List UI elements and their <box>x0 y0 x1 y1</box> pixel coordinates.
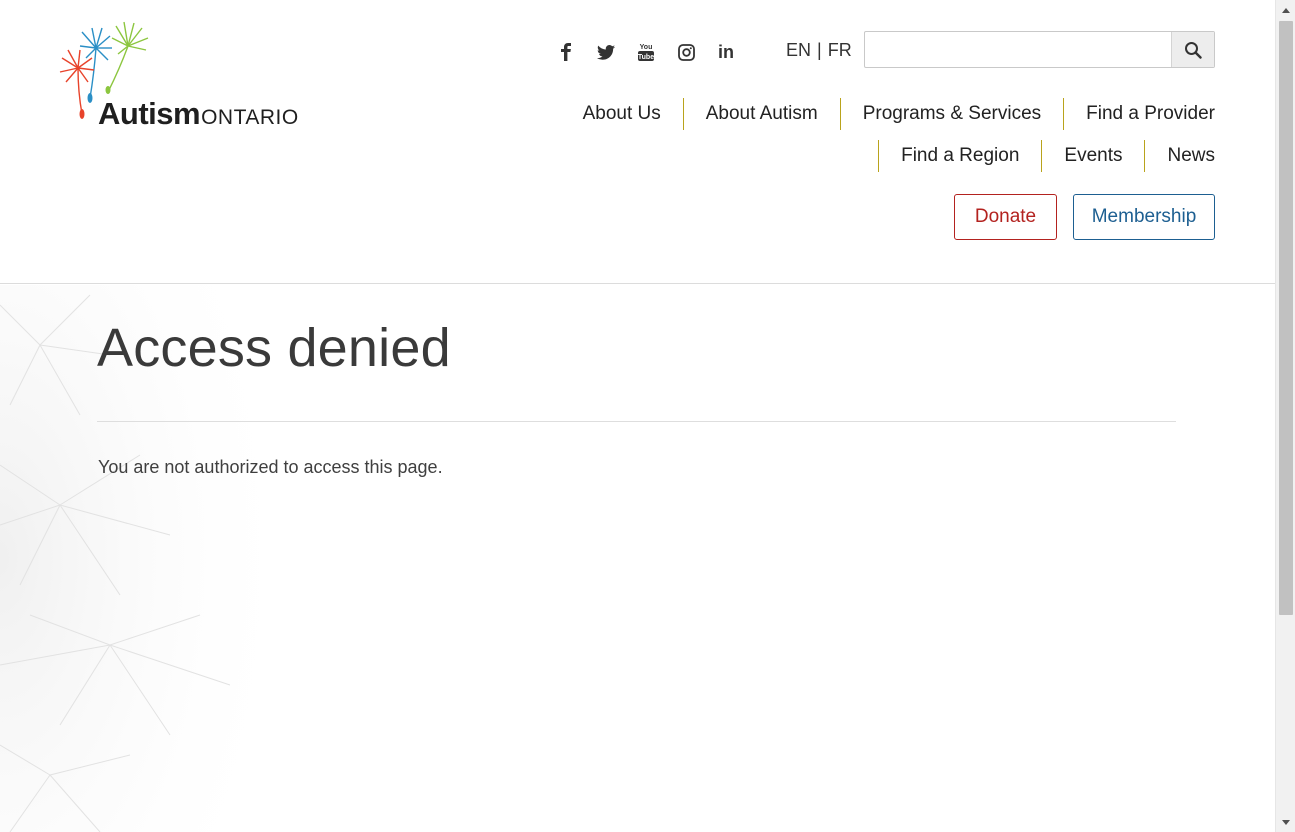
nav-programs-services[interactable]: Programs & Services <box>839 98 1063 130</box>
social-links: You Tube in <box>552 40 752 64</box>
nav-about-us[interactable]: About Us <box>561 98 683 130</box>
vertical-scrollbar[interactable] <box>1275 0 1295 832</box>
title-divider <box>97 421 1176 422</box>
scroll-down-arrow-icon[interactable] <box>1276 812 1295 832</box>
lang-en-link[interactable]: EN <box>786 40 811 60</box>
facebook-icon[interactable] <box>552 40 580 64</box>
youtube-text-tube: Tube <box>638 54 654 61</box>
page-viewport: AutismONTARIO You Tube in EN | FR About … <box>0 0 1275 832</box>
lang-separator: | <box>817 40 822 60</box>
lang-fr-link[interactable]: FR <box>828 40 852 60</box>
instagram-icon[interactable] <box>672 40 700 64</box>
membership-button[interactable]: Membership <box>1073 194 1215 240</box>
search-input[interactable] <box>865 32 1171 67</box>
logo-wordmark: AutismONTARIO <box>98 96 299 132</box>
main-content: Access denied You are not authorized to … <box>0 285 1275 832</box>
autism-ontario-logo[interactable]: AutismONTARIO <box>56 18 316 132</box>
access-denied-message: You are not authorized to access this pa… <box>98 457 443 477</box>
linkedin-icon[interactable]: in <box>712 40 740 64</box>
nav-events[interactable]: Events <box>1041 140 1144 172</box>
site-header: AutismONTARIO You Tube in EN | FR About … <box>0 0 1275 284</box>
main-nav-row-2: Find a Region Events News <box>878 140 1215 172</box>
language-switcher: EN | FR <box>786 40 852 61</box>
youtube-icon[interactable]: You Tube <box>632 40 660 64</box>
youtube-text-you: You <box>640 44 653 51</box>
scrollbar-thumb[interactable] <box>1279 21 1293 615</box>
main-nav-row-1: About Us About Autism Programs & Service… <box>561 98 1215 130</box>
logo-word-autism: Autism <box>98 96 201 131</box>
page-title: Access denied <box>97 318 451 378</box>
scroll-up-arrow-icon[interactable] <box>1276 0 1295 20</box>
nav-find-a-region[interactable]: Find a Region <box>878 140 1041 172</box>
search-box <box>864 31 1215 68</box>
nav-news[interactable]: News <box>1144 140 1215 172</box>
logo-word-ontario: ONTARIO <box>201 106 299 129</box>
search-button[interactable] <box>1171 32 1214 67</box>
nav-about-autism[interactable]: About Autism <box>682 98 840 130</box>
linkedin-text: in <box>718 41 734 62</box>
twitter-icon[interactable] <box>592 40 620 64</box>
donate-button[interactable]: Donate <box>954 194 1057 240</box>
search-icon <box>1185 41 1202 59</box>
nav-find-a-provider[interactable]: Find a Provider <box>1063 98 1215 130</box>
